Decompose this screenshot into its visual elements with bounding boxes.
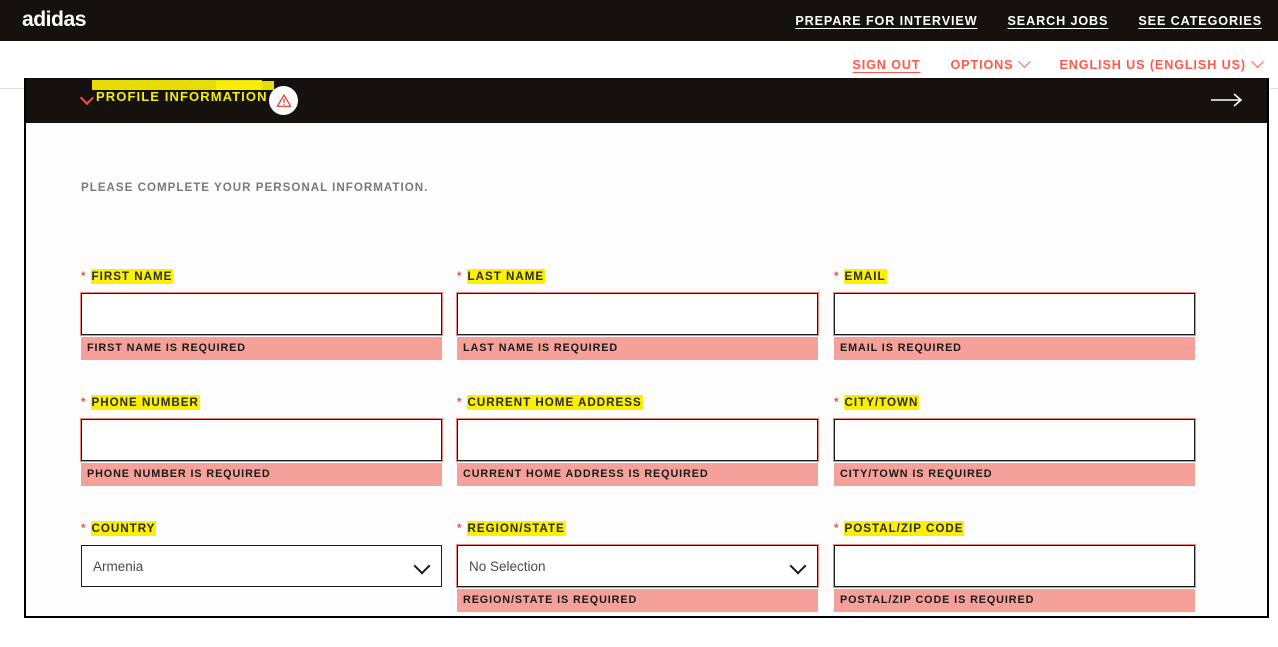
next-section-arrow-button[interactable]	[1209, 92, 1245, 108]
first-name-input[interactable]	[80, 292, 443, 336]
postal-zip-code-input[interactable]	[833, 544, 1196, 588]
field-label-text: CURRENT HOME ADDRESS	[466, 395, 643, 410]
required-asterisk: *	[834, 396, 840, 409]
field-label-text: CITY/TOWN	[843, 395, 920, 410]
field-error-message: LAST NAME IS REQUIRED	[457, 337, 818, 360]
field-first-name: * FIRST NAME FIRST NAME IS REQUIRED	[80, 269, 443, 360]
required-asterisk: *	[81, 522, 87, 535]
chevron-down-icon	[1251, 55, 1264, 69]
sign-out-label: SIGN OUT	[852, 57, 921, 72]
email-input[interactable]	[833, 292, 1196, 336]
required-asterisk: *	[81, 396, 87, 409]
phone-number-input[interactable]	[80, 418, 443, 462]
required-asterisk: *	[457, 522, 463, 535]
required-asterisk: *	[457, 270, 463, 283]
field-error-message: FIRST NAME IS REQUIRED	[81, 337, 442, 360]
personal-information-form: PLEASE COMPLETE YOUR PERSONAL INFORMATIO…	[26, 123, 1267, 616]
field-label-text: FIRST NAME	[90, 269, 174, 284]
svg-text:adidas: adidas	[22, 8, 86, 31]
field-label: * REGION/STATE	[457, 521, 818, 537]
field-error-message: POSTAL/ZIP CODE IS REQUIRED	[834, 589, 1195, 612]
form-row: * COUNTRY Armenia * REGION/STATE No Select…	[81, 521, 1221, 647]
current-home-address-input[interactable]	[456, 418, 819, 462]
required-asterisk: *	[457, 396, 463, 409]
field-phone-number: * PHONE NUMBER PHONE NUMBER IS REQUIRED	[80, 395, 443, 486]
region-state-select[interactable]: No Selection	[456, 544, 819, 588]
last-name-input[interactable]	[456, 292, 819, 336]
field-city-town: * CITY/TOWN CITY/TOWN IS REQUIRED	[833, 395, 1196, 486]
field-label: * EMAIL	[834, 269, 1195, 285]
section-title: PROFILE INFORMATION	[96, 89, 268, 104]
language-dropdown[interactable]: ENGLISH US (ENGLISH US)	[1059, 55, 1264, 72]
form-grid: * FIRST NAME FIRST NAME IS REQUIRED * LAST…	[80, 269, 1221, 647]
chevron-down-icon	[1018, 55, 1032, 69]
field-label: * LAST NAME	[457, 269, 818, 285]
nav-link-search-jobs[interactable]: SEARCH JOBS	[1007, 14, 1108, 28]
field-current-home-address: * CURRENT HOME ADDRESS CURRENT HOME ADDRE…	[456, 395, 819, 486]
field-label: * COUNTRY	[81, 521, 442, 537]
profile-information-panel: PROFILE INFORMATION PLEASE COMPLETE YOUR…	[24, 78, 1269, 618]
form-row: * PHONE NUMBER PHONE NUMBER IS REQUIRED *…	[80, 395, 1221, 521]
sign-out-link[interactable]: SIGN OUT	[852, 58, 920, 72]
warning-triangle-icon	[276, 93, 291, 107]
field-region-state: * REGION/STATE No Selection REGION/STATE …	[456, 521, 819, 612]
form-intro-text: PLEASE COMPLETE YOUR PERSONAL INFORMATIO…	[81, 181, 429, 194]
top-navigation-bar: adidas PREPARE FOR INTERVIEW SEARCH JOBS…	[0, 0, 1278, 41]
field-label: * FIRST NAME	[81, 269, 442, 285]
field-last-name: * LAST NAME LAST NAME IS REQUIRED	[456, 269, 819, 360]
field-error-message: CITY/TOWN IS REQUIRED	[834, 463, 1195, 486]
field-email: * EMAIL EMAIL IS REQUIRED	[833, 269, 1196, 360]
field-error-message: EMAIL IS REQUIRED	[834, 337, 1195, 360]
city-town-input[interactable]	[833, 418, 1196, 462]
required-asterisk: *	[81, 270, 87, 283]
field-label: * CITY/TOWN	[834, 395, 1195, 411]
adidas-logo[interactable]: adidas	[22, 7, 118, 33]
nav-link-prepare-for-interview[interactable]: PREPARE FOR INTERVIEW	[795, 14, 977, 28]
options-label: OPTIONS	[950, 57, 1014, 72]
field-postal-zip-code: * POSTAL/ZIP CODE POSTAL/ZIP CODE IS REQU…	[833, 521, 1196, 612]
section-warning-badge	[269, 86, 298, 115]
required-asterisk: *	[834, 270, 840, 283]
country-select-wrapper: Armenia	[81, 545, 442, 587]
field-label-text: LAST NAME	[466, 269, 546, 284]
field-label-text: POSTAL/ZIP CODE	[843, 521, 965, 536]
top-nav-links: PREPARE FOR INTERVIEW SEARCH JOBS SEE CA…	[795, 0, 1262, 41]
field-error-message: CURRENT HOME ADDRESS IS REQUIRED	[457, 463, 818, 486]
field-label-text: PHONE NUMBER	[90, 395, 200, 410]
field-label-text: REGION/STATE	[466, 521, 566, 536]
arrow-right-icon	[1211, 93, 1243, 107]
field-label: * POSTAL/ZIP CODE	[834, 521, 1195, 537]
form-row: * FIRST NAME FIRST NAME IS REQUIRED * LAST…	[80, 269, 1221, 395]
required-asterisk: *	[834, 522, 840, 535]
nav-link-see-categories[interactable]: SEE CATEGORIES	[1138, 14, 1262, 28]
field-label-text: EMAIL	[843, 269, 887, 284]
language-label: ENGLISH US (ENGLISH US)	[1059, 57, 1246, 72]
options-dropdown[interactable]: OPTIONS	[950, 55, 1032, 72]
country-select[interactable]: Armenia	[81, 545, 442, 587]
field-error-message: REGION/STATE IS REQUIRED	[457, 589, 818, 612]
section-header-bar: PROFILE INFORMATION	[26, 78, 1267, 123]
field-label: * PHONE NUMBER	[81, 395, 442, 411]
chevron-collapse-icon[interactable]	[79, 90, 95, 106]
field-error-message: PHONE NUMBER IS REQUIRED	[81, 463, 442, 486]
field-label: * CURRENT HOME ADDRESS	[457, 395, 818, 411]
field-country: * COUNTRY Armenia	[81, 521, 442, 587]
field-label-text: COUNTRY	[90, 521, 157, 536]
region-state-select-wrapper: No Selection	[456, 544, 819, 588]
